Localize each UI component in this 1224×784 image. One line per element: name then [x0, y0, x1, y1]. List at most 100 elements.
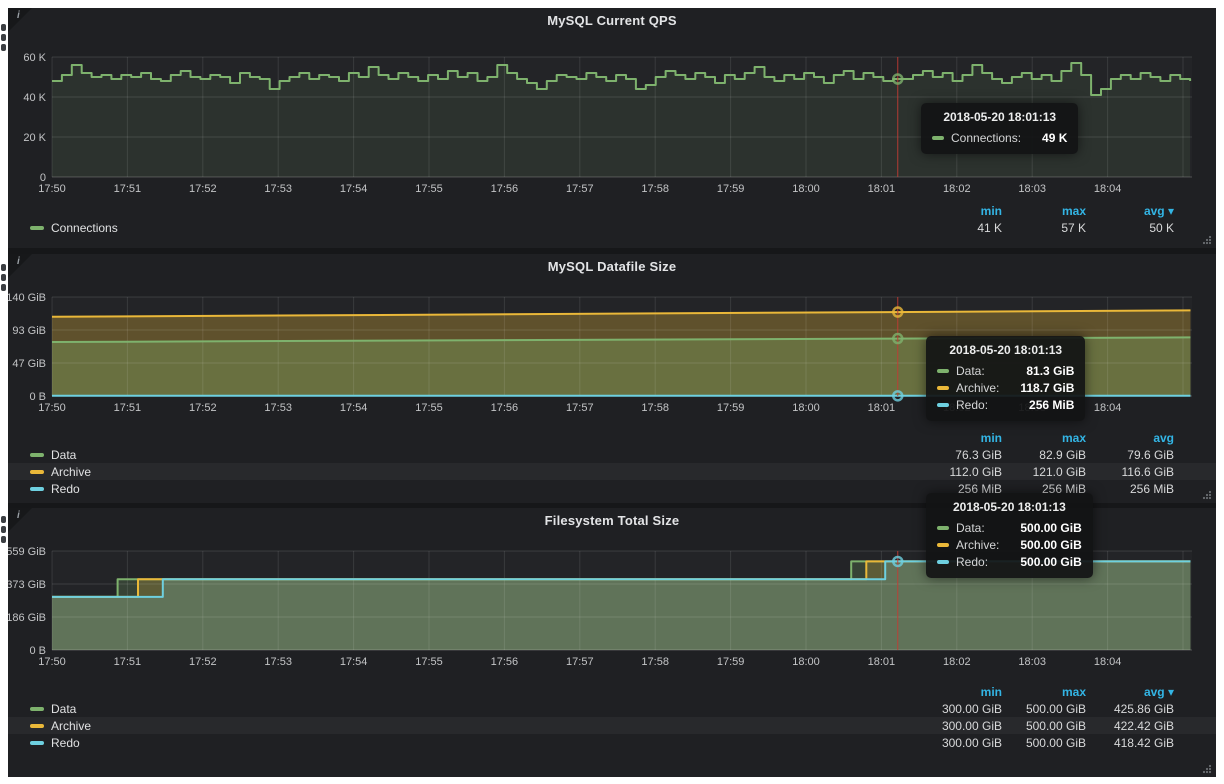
x-axis-tick-label: 17:50: [38, 656, 66, 668]
series-color-swatch: [937, 526, 949, 530]
tooltip-series-name: Redo:: [956, 398, 988, 412]
x-axis-tick-label: 17:55: [415, 402, 443, 414]
legend-series-toggle[interactable]: Connections: [30, 221, 918, 235]
legend-series-toggle[interactable]: Redo: [30, 482, 918, 496]
series-color-swatch: [937, 403, 949, 407]
legend-stat-max: 121.0 GiB: [1002, 465, 1086, 479]
x-axis-tick-label: 17:52: [189, 656, 217, 668]
tooltip-series-name: Data:: [956, 521, 985, 535]
x-axis-tick-label: 18:01: [868, 656, 896, 668]
legend-header-row: minmaxavg: [8, 429, 1216, 446]
legend-sort-header-avg[interactable]: avg ▾: [1086, 685, 1174, 699]
graph-tooltip: 2018-05-20 18:01:13Data:500.00 GiBArchiv…: [926, 493, 1093, 578]
tooltip-series-value: 256 MiB: [1015, 398, 1074, 412]
tooltip-series-name: Data:: [956, 364, 985, 378]
tooltip-series-name: Archive:: [956, 538, 999, 552]
y-axis-tick-label: 140 GiB: [8, 292, 46, 304]
tooltip-series-name: Connections:: [951, 131, 1021, 145]
legend-header-row: minmaxavg ▾: [8, 683, 1216, 700]
legend-series-toggle[interactable]: Data: [30, 702, 918, 716]
legend-stat-max: 500.00 GiB: [1002, 736, 1086, 750]
legend-stat-min: 41 K: [918, 221, 1002, 235]
legend-series-toggle[interactable]: Archive: [30, 465, 918, 479]
x-axis-tick-label: 18:01: [868, 402, 896, 414]
legend-series-label: Redo: [51, 482, 80, 496]
graph-tooltip: 2018-05-20 18:01:13Data:81.3 GiBArchive:…: [926, 336, 1085, 421]
x-axis-tick-label: 17:56: [491, 402, 519, 414]
legend-sort-header-min[interactable]: min: [918, 431, 1002, 445]
legend-series-toggle[interactable]: Redo: [30, 736, 918, 750]
x-axis-tick-label: 17:53: [264, 402, 292, 414]
legend-stat-min: 300.00 GiB: [918, 702, 1002, 716]
legend-sort-header-min[interactable]: min: [918, 204, 1002, 218]
tooltip-series-row: Redo:500.00 GiB: [937, 553, 1082, 570]
tooltip-timestamp: 2018-05-20 18:01:13: [937, 343, 1074, 357]
x-axis-tick-label: 18:03: [1018, 183, 1046, 195]
y-axis-tick-label: 559 GiB: [8, 546, 46, 558]
tooltip-series-row: Archive: 500.00 GiB: [937, 536, 1082, 553]
x-axis-tick-label: 17:55: [415, 656, 443, 668]
tooltip-timestamp: 2018-05-20 18:01:13: [932, 110, 1067, 124]
y-axis-tick-label: 186 GiB: [8, 612, 46, 624]
x-axis-tick-label: 18:00: [792, 402, 820, 414]
panel-drag-handle[interactable]: [1, 264, 7, 294]
legend-series-toggle[interactable]: Data: [30, 448, 918, 462]
x-axis-tick-label: 17:52: [189, 183, 217, 195]
y-axis-tick-label: 373 GiB: [8, 579, 46, 591]
x-axis-tick-label: 17:56: [491, 183, 519, 195]
panel-legend: minmaxavg ▾Connections41 K57 K50 K: [8, 202, 1216, 236]
panel-resize-handle[interactable]: [1201, 763, 1213, 775]
panel-drag-handle[interactable]: [1, 516, 7, 546]
legend-stat-avg: 256 MiB: [1086, 482, 1174, 496]
y-axis-tick-label: 93 GiB: [12, 325, 46, 337]
legend-sort-header-avg[interactable]: avg ▾: [1086, 204, 1174, 218]
panel-resize-handle[interactable]: [1201, 234, 1213, 246]
tooltip-series-value: 49 K: [1028, 131, 1067, 145]
legend-series-label: Archive: [51, 465, 91, 479]
graph-tooltip: 2018-05-20 18:01:13 Connections: 49 K: [921, 103, 1078, 154]
legend-series-label: Redo: [51, 736, 80, 750]
x-axis-tick-label: 18:01: [868, 183, 896, 195]
x-axis-tick-label: 18:04: [1094, 402, 1122, 414]
x-axis-tick-label: 18:02: [943, 656, 971, 668]
series-color-swatch: [30, 707, 44, 711]
series-color-swatch: [30, 453, 44, 457]
x-axis-tick-label: 17:53: [264, 656, 292, 668]
tooltip-series-value: 118.7 GiB: [1006, 381, 1074, 395]
legend-stat-min: 112.0 GiB: [918, 465, 1002, 479]
panel-legend: minmaxavgData76.3 GiB82.9 GiB79.6 GiBArc…: [8, 429, 1216, 497]
grafana-dashboard: i MySQL Current QPS 020 K40 K60 K17:5017…: [0, 0, 1224, 784]
series-color-swatch: [30, 724, 44, 728]
x-axis-tick-label: 17:54: [340, 656, 368, 668]
legend-row: Archive112.0 GiB121.0 GiB116.6 GiB: [8, 463, 1216, 480]
x-axis-tick-label: 17:54: [340, 402, 368, 414]
x-axis-tick-label: 17:57: [566, 183, 594, 195]
legend-stat-avg: 425.86 GiB: [1086, 702, 1174, 716]
x-axis-tick-label: 17:53: [264, 183, 292, 195]
legend-sort-header-max[interactable]: max: [1002, 431, 1086, 445]
legend-row: Connections41 K57 K50 K: [8, 219, 1216, 236]
series-color-swatch: [30, 487, 44, 491]
y-axis-tick-label: 47 GiB: [12, 358, 46, 370]
x-axis-tick-label: 17:57: [566, 402, 594, 414]
series-color-swatch: [30, 226, 44, 230]
x-axis-tick-label: 17:51: [114, 402, 142, 414]
tooltip-series-row: Redo: 256 MiB: [937, 396, 1074, 413]
legend-stat-min: 76.3 GiB: [918, 448, 1002, 462]
x-axis-tick-label: 17:50: [38, 402, 66, 414]
legend-sort-header-min[interactable]: min: [918, 685, 1002, 699]
x-axis-tick-label: 17:59: [717, 656, 745, 668]
tooltip-series-value: 500.00 GiB: [1006, 538, 1081, 552]
series-color-swatch: [937, 386, 949, 390]
legend-sort-header-max[interactable]: max: [1002, 204, 1086, 218]
series-color-swatch: [937, 560, 949, 564]
x-axis-tick-label: 17:56: [491, 656, 519, 668]
x-axis-tick-label: 17:58: [641, 183, 669, 195]
panel-drag-handle[interactable]: [1, 24, 7, 54]
legend-series-toggle[interactable]: Archive: [30, 719, 918, 733]
y-axis-tick-label: 60 K: [23, 52, 46, 64]
legend-series-label: Data: [51, 702, 76, 716]
legend-sort-header-avg[interactable]: avg: [1086, 431, 1174, 445]
legend-sort-header-max[interactable]: max: [1002, 685, 1086, 699]
panel-resize-handle[interactable]: [1201, 489, 1213, 501]
